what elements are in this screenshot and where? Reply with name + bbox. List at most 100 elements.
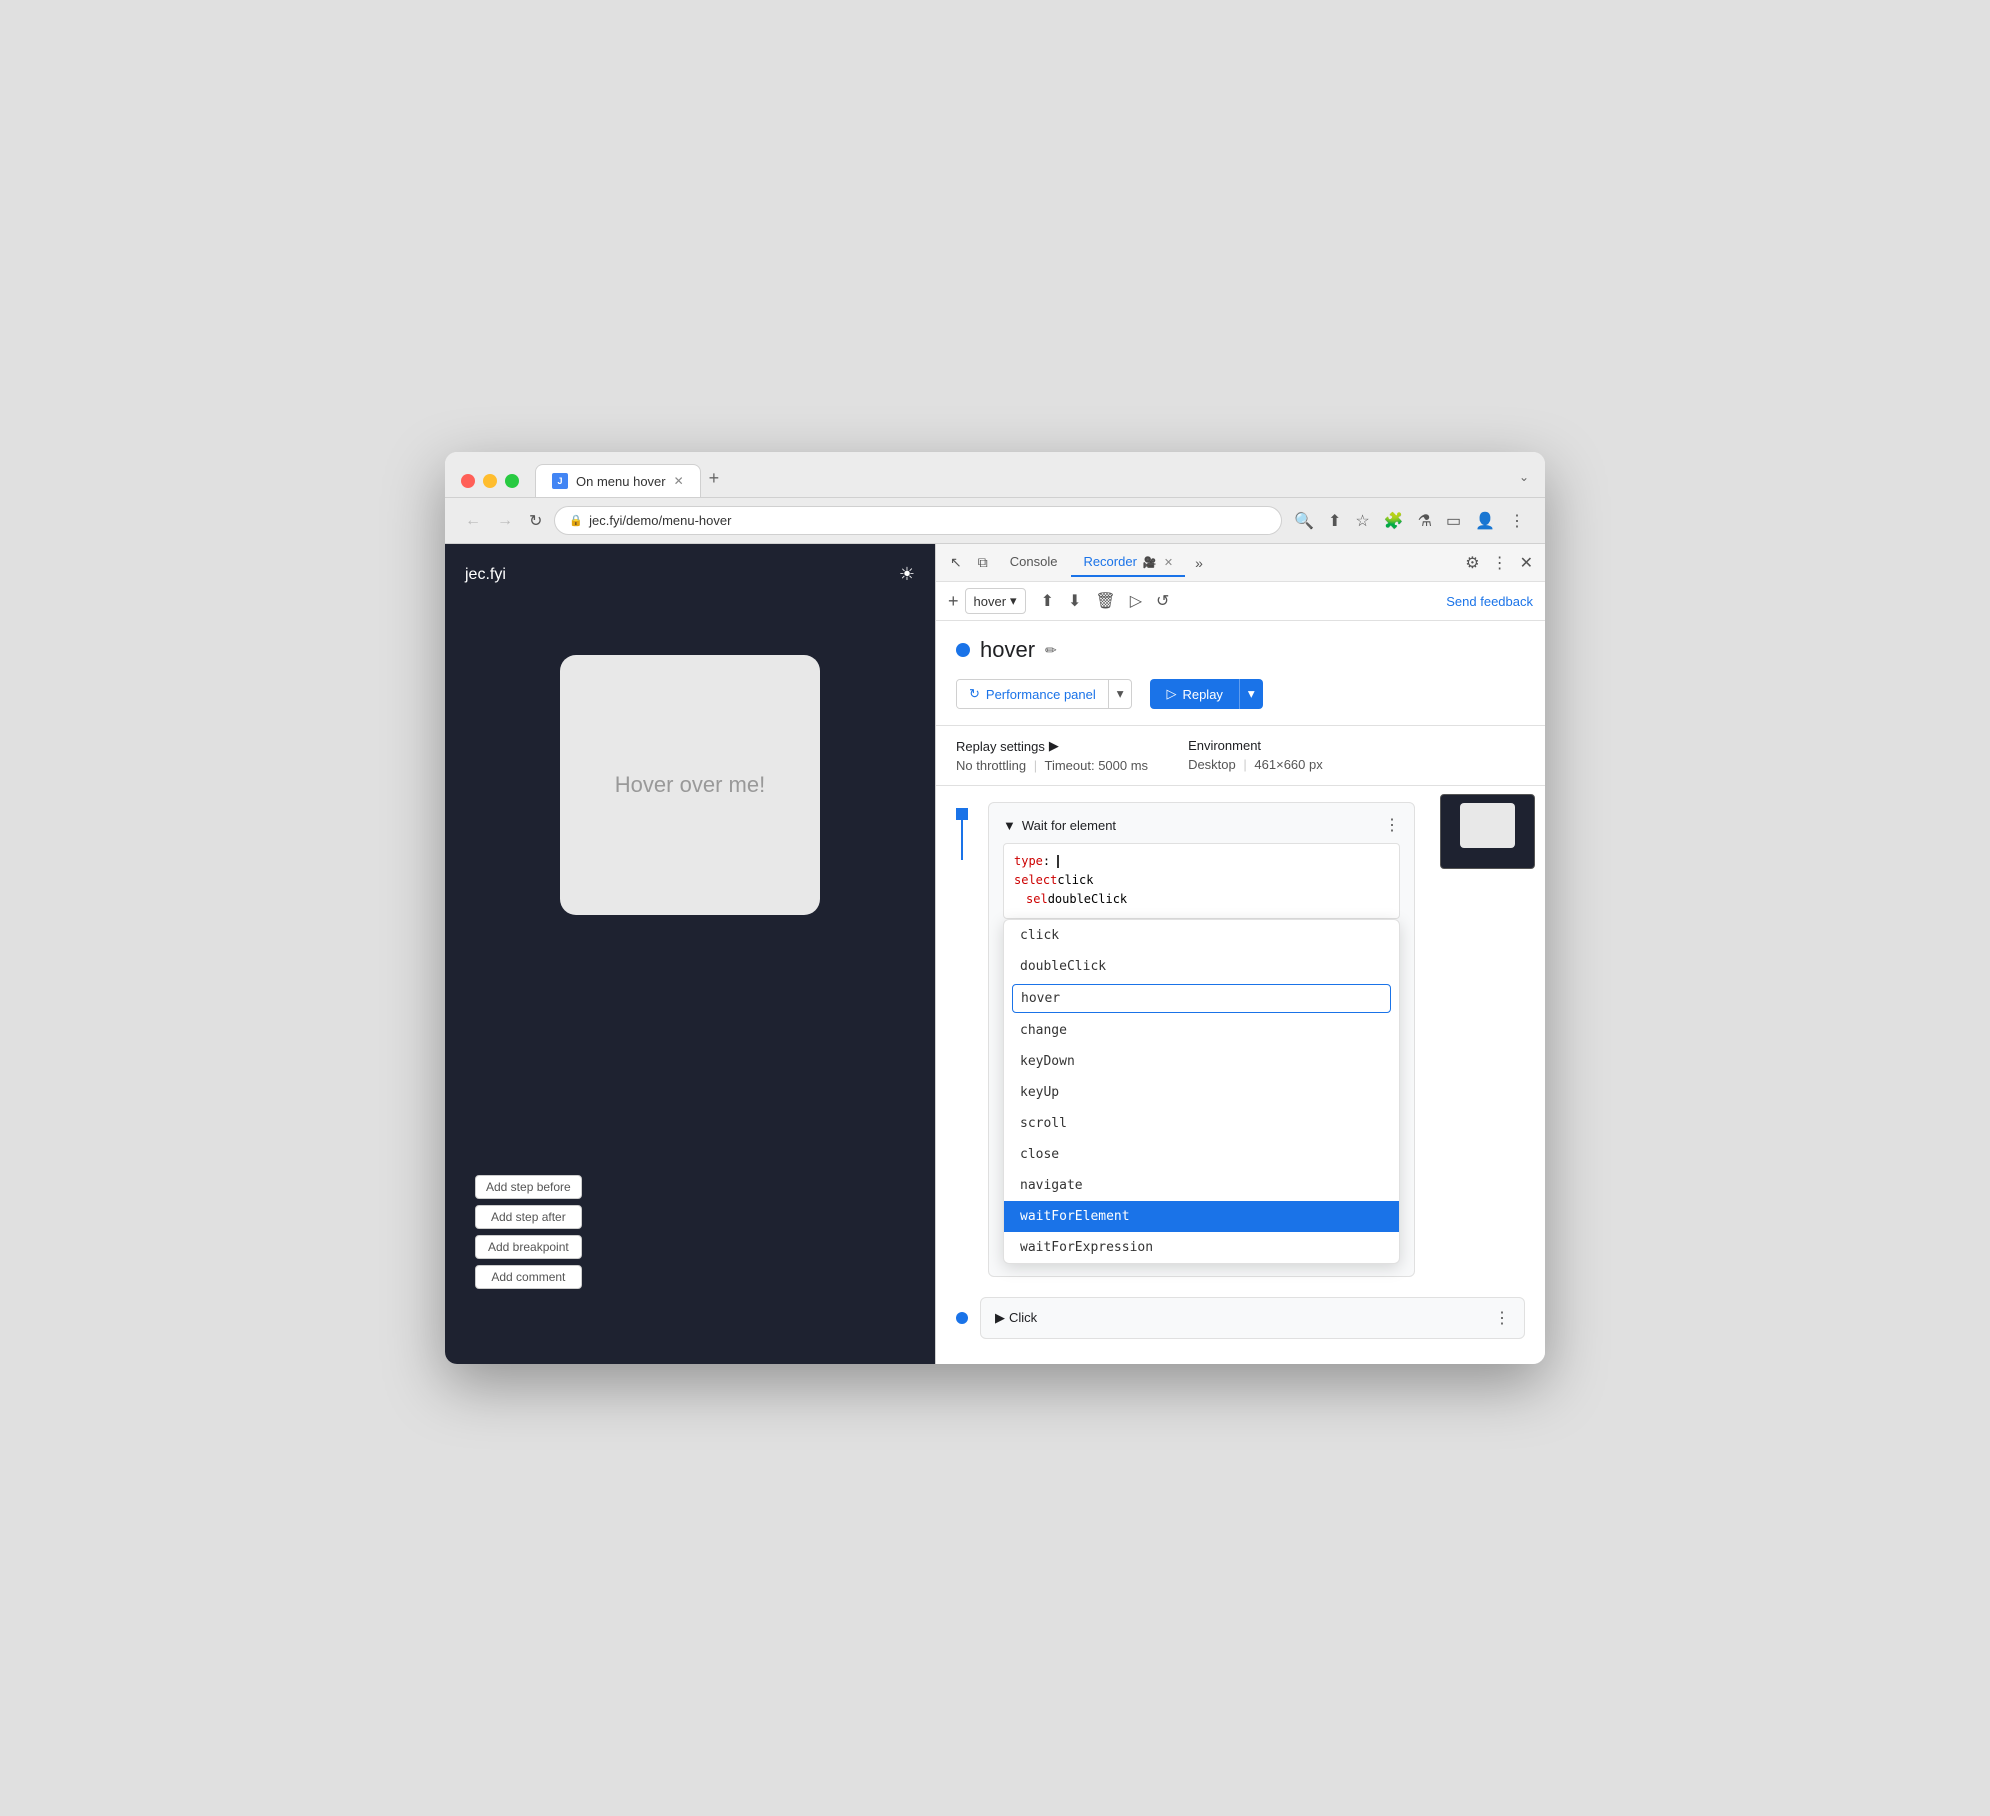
replay-row: ↻ Performance panel ▾ ▷ Replay ▾ [956, 679, 1525, 709]
traffic-lights [461, 474, 519, 488]
bookmark-icon-btn[interactable]: ☆ [1351, 507, 1373, 535]
replay-play-icon: ▷ [1166, 686, 1176, 702]
add-comment-button[interactable]: Add comment [475, 1265, 582, 1289]
page-header: jec.fyi ☀ [465, 564, 915, 585]
add-breakpoint-button[interactable]: Add breakpoint [475, 1235, 582, 1259]
recorder-icon: 🎥 [1143, 557, 1157, 569]
tab-recorder[interactable]: Recorder 🎥 ✕ [1071, 548, 1185, 577]
click-step-title[interactable]: ▶ Click [995, 1310, 1037, 1326]
thumbnail-card [1460, 803, 1515, 848]
dropdown-item-navigate[interactable]: navigate [1004, 1170, 1399, 1201]
export-recording-button[interactable]: ⬆ [1036, 588, 1059, 614]
replay-dropdown-button[interactable]: ▾ [1239, 679, 1263, 709]
maximize-traffic-light[interactable] [505, 474, 519, 488]
dropdown-item-hover[interactable]: hover [1012, 984, 1391, 1013]
inspect-element-button[interactable]: ↖ [944, 550, 968, 575]
sidebar-icon-btn[interactable]: ▭ [1442, 507, 1465, 535]
add-step-after-button[interactable]: Add step after [475, 1205, 582, 1229]
delete-recording-button[interactable]: 🗑 [1090, 588, 1120, 614]
step-code-area[interactable]: type: selectclick seldoubleClick [1003, 843, 1400, 919]
more-tabs-button[interactable]: » [1189, 551, 1209, 575]
devtools-settings-button[interactable]: ⚙ [1461, 549, 1483, 577]
active-tab[interactable]: J On menu hover ✕ [535, 464, 701, 497]
devtools-close-button[interactable]: ✕ [1516, 549, 1537, 577]
forward-button[interactable]: → [493, 508, 517, 534]
perf-icon: ↻ [969, 686, 980, 702]
wait-for-element-step: ▼ Wait for element ⋮ type: selectclick [988, 802, 1415, 1277]
step-title-text: Wait for element [1022, 818, 1116, 833]
main-content: jec.fyi ☀ Hover over me! Add step before… [445, 544, 1545, 1364]
devtools-more-button[interactable]: ⋮ [1488, 549, 1512, 577]
step-expand-icon: ▼ [1003, 818, 1016, 833]
replay-button[interactable]: ▷ Replay [1150, 679, 1238, 709]
new-tab-button[interactable]: + [701, 464, 728, 493]
share-icon-btn[interactable]: ⬆ [1324, 507, 1345, 535]
profile-icon-btn[interactable]: 👤 [1471, 507, 1499, 535]
devtools-tabs: Console Recorder 🎥 ✕ [998, 548, 1185, 577]
refresh-button[interactable]: ↻ [525, 507, 546, 535]
page-content: jec.fyi ☀ Hover over me! Add step before… [445, 544, 935, 1364]
replay-settings-col: Replay settings ▶ No throttling | Timeou… [956, 738, 1148, 773]
download-recording-button[interactable]: ⬇ [1063, 588, 1086, 614]
click-expand-icon: ▶ [995, 1310, 1005, 1326]
performance-panel-button[interactable]: ↻ Performance panel [957, 680, 1108, 708]
send-feedback-button[interactable]: Send feedback [1446, 594, 1533, 609]
lab-icon-btn[interactable]: ⚗ [1414, 507, 1436, 535]
dropdown-item-waitforexpression[interactable]: waitForExpression [1004, 1232, 1399, 1263]
settings-row: Replay settings ▶ No throttling | Timeou… [936, 726, 1545, 786]
recording-title: hover [980, 637, 1035, 663]
add-step-before-button[interactable]: Add step before [475, 1175, 582, 1199]
devtools-panel: ↖ ⧉ Console Recorder 🎥 ✕ » ⚙ ⋮ ✕ [935, 544, 1545, 1364]
dropdown-item-close[interactable]: close [1004, 1139, 1399, 1170]
play-recording-button[interactable]: ▷ [1125, 588, 1147, 614]
dropdown-item-change[interactable]: change [1004, 1015, 1399, 1046]
search-icon-btn[interactable]: 🔍 [1290, 507, 1318, 535]
more-icon-btn[interactable]: ⋮ [1505, 507, 1529, 535]
hover-card[interactable]: Hover over me! [560, 655, 820, 915]
replay-settings-label[interactable]: Replay settings ▶ [956, 738, 1148, 754]
address-input[interactable]: 🔒 jec.fyi/demo/menu-hover [554, 506, 1282, 535]
extension-icon-btn[interactable]: 🧩 [1380, 507, 1408, 535]
browser-window: J On menu hover ✕ + ⌄ ← → ↻ 🔒 jec.fyi/de… [445, 452, 1545, 1364]
dropdown-item-keydown[interactable]: keyDown [1004, 1046, 1399, 1077]
edit-recording-title-button[interactable]: ✏ [1045, 642, 1057, 659]
page-thumbnail [1440, 794, 1535, 869]
dropdown-chevron-icon: ▾ [1010, 593, 1017, 609]
tab-close-icon[interactable]: ✕ [674, 474, 684, 488]
dropdown-item-doubleclick[interactable]: doubleClick [1004, 951, 1399, 982]
recording-status-dot [956, 643, 970, 657]
click-step-card: ▶ Click ⋮ [980, 1297, 1525, 1339]
type-dropdown-menu[interactable]: click doubleClick hover change keyDown k… [1003, 919, 1400, 1264]
performance-panel-dropdown-button[interactable]: ▾ [1108, 680, 1132, 708]
add-recording-button[interactable]: + [948, 591, 959, 612]
address-actions: 🔍 ⬆ ☆ 🧩 ⚗ ▭ 👤 ⋮ [1290, 507, 1529, 535]
replay-label: Replay [1182, 687, 1222, 702]
dropdown-item-click[interactable]: click [1004, 920, 1399, 951]
replay-settings-values: No throttling | Timeout: 5000 ms [956, 758, 1148, 773]
tab-bar: J On menu hover ✕ + [535, 464, 1507, 497]
recorder-toolbar: + hover ▾ ⬆ ⬇ 🗑 ▷ ↺ Send feedback [936, 582, 1545, 621]
recorder-tab-close-icon[interactable]: ✕ [1164, 557, 1173, 569]
replay-recording-button[interactable]: ↺ [1151, 588, 1174, 614]
click-step-menu-button[interactable]: ⋮ [1494, 1308, 1510, 1328]
steps-area[interactable]: ▼ Wait for element ⋮ type: selectclick [936, 786, 1545, 1364]
recording-name-select[interactable]: hover ▾ [965, 588, 1026, 614]
address-text: jec.fyi/demo/menu-hover [589, 513, 731, 528]
window-minimize-chevron[interactable]: ⌄ [1519, 470, 1529, 492]
dropdown-item-scroll[interactable]: scroll [1004, 1108, 1399, 1139]
close-traffic-light[interactable] [461, 474, 475, 488]
recorder-title-row: hover ✏ [956, 637, 1525, 663]
page-logo: jec.fyi [465, 566, 506, 584]
step-title[interactable]: ▼ Wait for element [1003, 818, 1116, 833]
back-button[interactable]: ← [461, 508, 485, 534]
theme-toggle-button[interactable]: ☀ [899, 564, 915, 585]
dropdown-item-waitforelement[interactable]: waitForElement [1004, 1201, 1399, 1232]
device-toolbar-button[interactable]: ⧉ [972, 550, 994, 575]
tab-console[interactable]: Console [998, 548, 1070, 577]
devtools-toolbar: ↖ ⧉ Console Recorder 🎥 ✕ » ⚙ ⋮ ✕ [936, 544, 1545, 582]
minimize-traffic-light[interactable] [483, 474, 497, 488]
recorder-actions: ⬆ ⬇ 🗑 ▷ ↺ [1036, 588, 1175, 614]
dropdown-item-keyup[interactable]: keyUp [1004, 1077, 1399, 1108]
step-menu-button[interactable]: ⋮ [1384, 815, 1400, 835]
recorder-main: hover ✏ ↻ Performance panel ▾ ▷ [936, 621, 1545, 726]
